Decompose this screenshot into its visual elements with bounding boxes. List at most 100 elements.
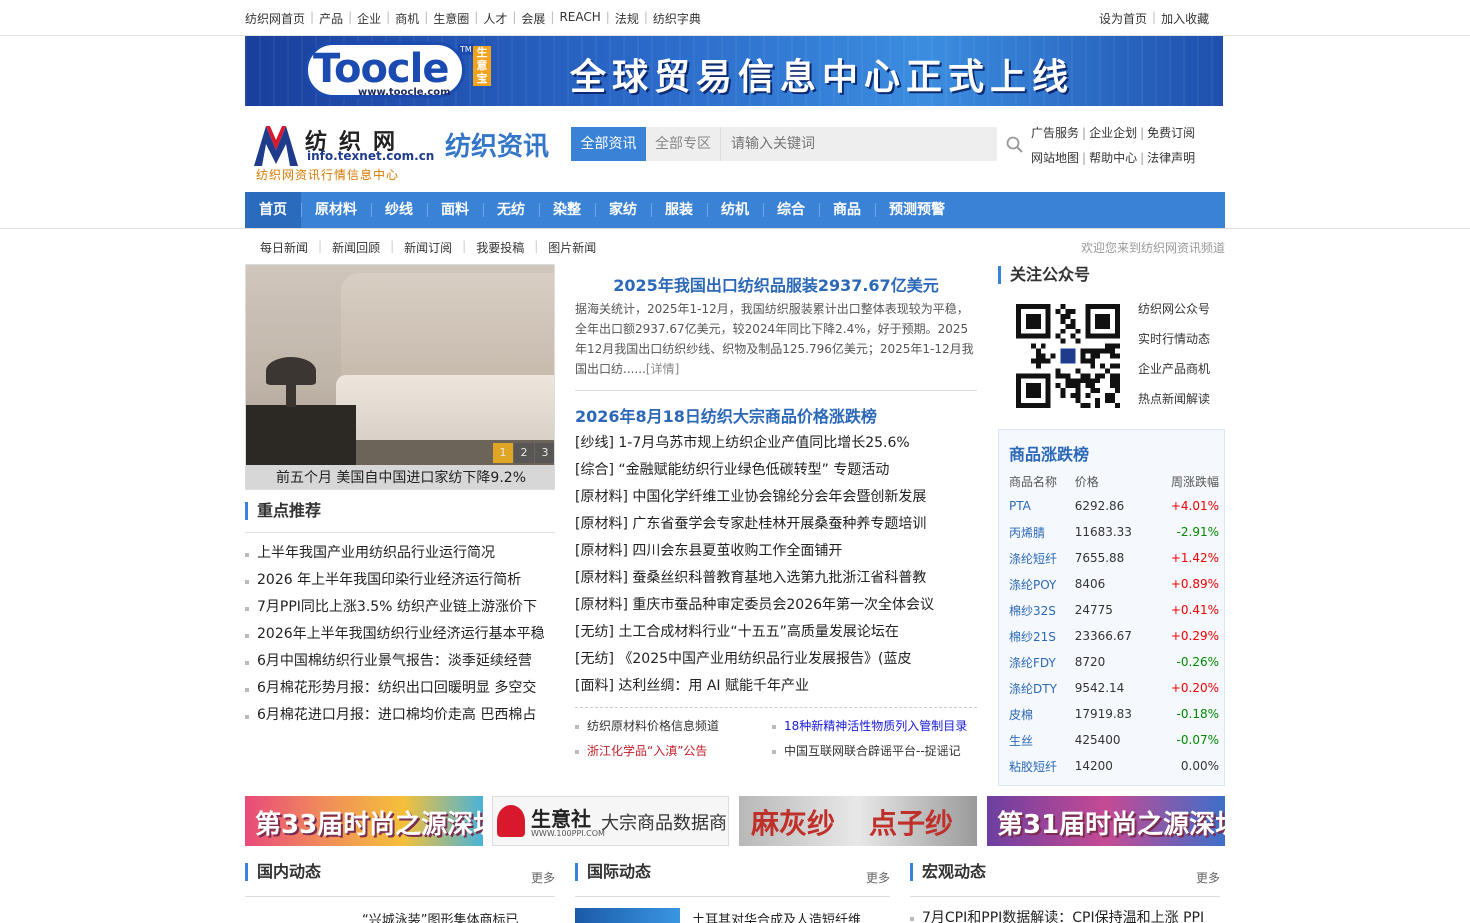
search-tab-all-news[interactable]: 全部资讯 <box>571 127 646 161</box>
news-item[interactable]: [原材料] 重庆市蚕品种审定委员会2026年第一次全体会议 <box>575 594 977 621</box>
top-link-products[interactable]: 产品 <box>319 10 343 27</box>
nav-item-dyeing[interactable]: 染整 <box>539 192 595 228</box>
list-item[interactable]: 6月棉花形势月报：纺织出口回暖明显 多空交 <box>245 677 555 704</box>
news-item[interactable]: [原材料] 蚕桑丝织科普教育基地入选第九批浙江省科普教 <box>575 567 977 594</box>
help-center-link[interactable]: 帮助中心 <box>1089 151 1137 165</box>
promo-link-rumor-platform[interactable]: 中国互联网联合辟谣平台--捉谣记 <box>772 742 961 759</box>
sitemap-link[interactable]: 网站地图 <box>1031 151 1079 165</box>
price-row[interactable]: 棉纱21S 23366.67 +0.29% <box>1009 623 1219 649</box>
nav-item-commodities[interactable]: 商品 <box>819 192 875 228</box>
news-item[interactable]: [综合] “金融赋能纺织行业绿色低碳转型” 专题活动 <box>575 459 977 486</box>
price-row[interactable]: 涤纶FDY 8720 -0.26% <box>1009 649 1219 675</box>
commodity-name[interactable]: 涤纶POY <box>1009 571 1075 597</box>
macro-more-link[interactable]: 更多 <box>1196 869 1220 886</box>
nav-item-machinery[interactable]: 纺机 <box>707 192 763 228</box>
legal-link[interactable]: 法律声明 <box>1147 151 1195 165</box>
commodity-name[interactable]: 棉纱21S <box>1009 623 1075 649</box>
commodity-name[interactable]: 涤纶DTY <box>1009 675 1075 701</box>
domestic-more-link[interactable]: 更多 <box>531 869 555 886</box>
domestic-news-item[interactable]: “兴城泳装”图形集体商标已 <box>362 909 518 923</box>
top-link-expo[interactable]: 会展 <box>521 10 545 27</box>
price-row[interactable]: PTA 6292.86 +4.01% <box>1009 493 1219 519</box>
photo-slider[interactable]: 1 2 3 前五个月 美国自中国进口家纺下降9.2% <box>245 264 555 490</box>
nav-item-home-textile[interactable]: 家纺 <box>595 192 651 228</box>
list-item[interactable]: 7月PPI同比上涨3.5% 纺织产业链上游涨价下 <box>245 596 555 623</box>
top-link-regulations[interactable]: 法规 <box>615 10 639 27</box>
price-row[interactable]: 涤纶短纤 7655.88 +1.42% <box>1009 545 1219 571</box>
commodity-name[interactable]: 涤纶短纤 <box>1009 545 1075 571</box>
nav-item-apparel[interactable]: 服装 <box>651 192 707 228</box>
commodity-name[interactable]: 棉纱32S <box>1009 597 1075 623</box>
price-row[interactable]: 生丝 425400 -0.07% <box>1009 727 1219 753</box>
price-row[interactable]: 丙烯腈 11683.33 -2.91% <box>1009 519 1219 545</box>
slider-page-2[interactable]: 2 <box>514 443 534 463</box>
price-row[interactable]: 粘胶短纤 14200 0.00% <box>1009 753 1219 779</box>
list-item[interactable]: 上半年我国产业用纺织品行业运行简况 <box>245 542 555 569</box>
list-item[interactable]: 6月中国棉纺织行业景气报告：淡季延续经营 <box>245 650 555 677</box>
enterprise-planning-link[interactable]: 企业企划 <box>1089 126 1137 140</box>
nav-item-home[interactable]: 首页 <box>245 192 301 228</box>
top-link-home[interactable]: 纺织网首页 <box>245 10 305 27</box>
news-item[interactable]: [纱线] 1-7月乌苏市规上纺织企业产值同比增长25.6% <box>575 432 977 459</box>
slider-page-1[interactable]: 1 <box>493 443 513 463</box>
promo-link-price-channel[interactable]: 纺织原材料价格信息频道 <box>575 717 719 734</box>
commodity-name[interactable]: PTA <box>1009 493 1075 519</box>
ad-service-link[interactable]: 广告服务 <box>1031 126 1079 140</box>
top-link-dictionary[interactable]: 纺织字典 <box>653 10 701 27</box>
news-item[interactable]: [原材料] 四川会东县夏茧收购工作全面铺开 <box>575 540 977 567</box>
promo-link-zhejiang-chemicals[interactable]: 浙江化学品“入滇”公告 <box>575 742 707 759</box>
search-tab-all-zones[interactable]: 全部专区 <box>646 127 721 161</box>
news-item[interactable]: [原材料] 中国化学纤维工业协会锦纶分会年会暨创新发展 <box>575 486 977 513</box>
set-homepage-link[interactable]: 设为首页 <box>1099 10 1147 27</box>
list-item[interactable]: 2026 年上半年我国印染行业经济运行简析 <box>245 569 555 596</box>
commodity-name[interactable]: 皮棉 <box>1009 701 1075 727</box>
top-link-companies[interactable]: 企业 <box>357 10 381 27</box>
price-row[interactable]: 棉纱32S 24775 +0.41% <box>1009 597 1219 623</box>
news-item[interactable]: [无纺] 土工合成材料行业“十五五”高质量发展论坛在 <box>575 621 977 648</box>
free-subscribe-link[interactable]: 免费订阅 <box>1147 126 1195 140</box>
nav-item-fabric[interactable]: 面料 <box>427 192 483 228</box>
international-news-item[interactable]: 土耳其对华合成及人造短纤维 <box>692 909 861 923</box>
top-link-circle[interactable]: 生意圈 <box>433 10 469 27</box>
top-link-reach[interactable]: REACH <box>559 10 600 27</box>
news-item[interactable]: [原材料] 广东省蚕学会专家赴桂林开展桑蚕种养专题培训 <box>575 513 977 540</box>
top-link-talent[interactable]: 人才 <box>483 10 507 27</box>
ad-yarn[interactable]: 麻灰纱 点子纱 <box>739 796 977 846</box>
slider-page-3[interactable]: 3 <box>535 443 554 463</box>
nav-item-yarn[interactable]: 纱线 <box>371 192 427 228</box>
ad-shenzhen-expo-33[interactable]: 第33届时尚之源深圳展 <box>245 796 483 846</box>
nav-item-forecast[interactable]: 预测预警 <box>875 192 959 228</box>
slide-caption[interactable]: 前五个月 美国自中国进口家纺下降9.2% <box>246 465 554 489</box>
commodity-name[interactable]: 生丝 <box>1009 727 1075 753</box>
price-row[interactable]: 皮棉 17919.83 -0.18% <box>1009 701 1219 727</box>
subnav-news-subscribe[interactable]: 新闻订阅 <box>404 239 452 256</box>
ad-100ppi[interactable]: 生意社 WWW.100PPI.COM 大宗商品数据商 <box>492 796 729 846</box>
search-input[interactable] <box>721 127 997 161</box>
subnav-news-review[interactable]: 新闻回顾 <box>332 239 380 256</box>
add-favorite-link[interactable]: 加入收藏 <box>1161 10 1209 27</box>
list-item[interactable]: 2026年上半年我国纺织行业经济运行基本平稳 <box>245 623 555 650</box>
search-icon[interactable] <box>1005 135 1025 155</box>
news-item[interactable]: [无纺] 《2025中国产业用纺织品行业发展报告》(蓝皮 <box>575 648 977 675</box>
toocle-banner[interactable]: Toocle TM 生意宝 www.toocle.com 全球贸易信息中心正式上… <box>245 36 1223 106</box>
subnav-submit[interactable]: 我要投稿 <box>476 239 524 256</box>
top-link-business[interactable]: 商机 <box>395 10 419 27</box>
commodity-name[interactable]: 丙烯腈 <box>1009 519 1075 545</box>
detail-link[interactable]: [详情] <box>646 362 679 376</box>
promo-link-drug-control[interactable]: 18种新精神活性物质列入管制目录 <box>772 717 967 734</box>
macro-news-item[interactable]: 7月CPI和PPI数据解读：CPI保持温和上涨 PPI <box>910 907 1204 923</box>
news-item[interactable]: [面料] 达利丝绸：用 AI 赋能千年产业 <box>575 675 977 702</box>
nav-item-general[interactable]: 综合 <box>763 192 819 228</box>
site-logo[interactable]: 纺织网 info.texnet.com.cn 纺织网资讯行情信息中心 <box>252 120 434 184</box>
second-headline[interactable]: 2026年8月18日纺织大宗商品价格涨跌榜 <box>575 403 877 427</box>
subnav-daily-news[interactable]: 每日新闻 <box>260 239 308 256</box>
international-news-thumbnail[interactable] <box>575 908 680 923</box>
international-more-link[interactable]: 更多 <box>866 869 890 886</box>
ad-shenzhen-expo-31[interactable]: 第31届时尚之源深圳展 <box>987 796 1225 846</box>
list-item[interactable]: 6月棉花进口月报：进口棉均价走高 巴西棉占 <box>245 704 555 731</box>
commodity-name[interactable]: 粘胶短纤 <box>1009 753 1075 779</box>
price-row[interactable]: 涤纶POY 8406 +0.89% <box>1009 571 1219 597</box>
top-headline[interactable]: 2025年我国出口纺织品服装2937.67亿美元 <box>575 272 977 296</box>
price-row[interactable]: 涤纶DTY 9542.14 +0.20% <box>1009 675 1219 701</box>
commodity-name[interactable]: 涤纶FDY <box>1009 649 1075 675</box>
